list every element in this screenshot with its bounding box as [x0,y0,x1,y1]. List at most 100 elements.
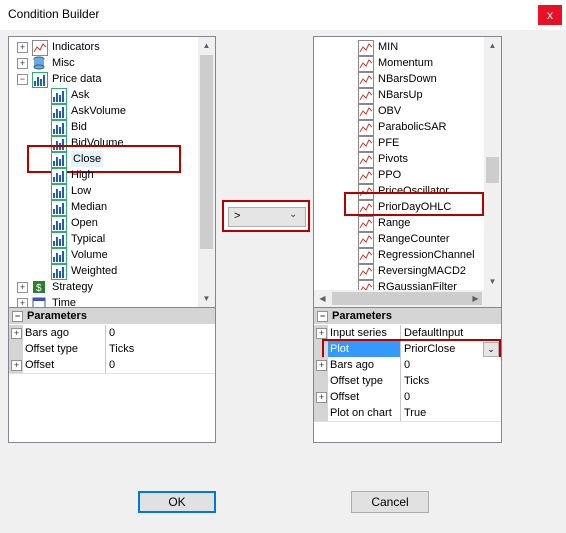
tree-item[interactable]: Bid [9,119,198,136]
parameter-row[interactable]: Offset type Ticks [9,341,215,358]
scroll-up-icon[interactable]: ▲ [484,37,501,54]
parameter-value[interactable]: 0 [400,389,501,405]
tree-item[interactable]: Median [9,199,198,216]
vertical-scrollbar[interactable]: ▲ ▼ [484,37,501,290]
close-icon[interactable]: x [538,5,562,25]
parameter-row[interactable]: Offset type Ticks [314,373,501,390]
operator-combo[interactable]: > ⌄ [222,200,310,232]
list-item-label: ParabolicSAR [378,121,447,133]
list-item[interactable]: PPO [314,167,484,184]
parameter-name: Plot on chart [328,405,400,421]
tree-item[interactable]: − Price data [9,71,198,88]
tree-item[interactable]: + Indicators [9,39,198,56]
tree-item-label: Ask [71,89,90,101]
line-chart-icon [358,168,374,184]
scrollbar-thumb[interactable] [332,292,482,305]
list-item[interactable]: Range [314,215,484,232]
grid-gutter [314,373,328,389]
horizontal-scrollbar[interactable]: ◀ ▶ [314,290,501,307]
expand-icon[interactable]: + [11,328,22,339]
scroll-down-icon[interactable]: ▼ [484,273,501,290]
line-chart-icon [358,88,374,104]
collapse-icon[interactable]: − [12,311,23,322]
chevron-down-icon[interactable]: ⌄ [289,209,297,220]
list-item[interactable]: MIN [314,39,484,56]
expand-icon[interactable]: + [316,392,327,403]
list-item[interactable]: RegressionChannel [314,247,484,264]
parameter-value[interactable]: 0 [105,325,215,341]
parameter-value[interactable]: 0 [400,357,501,373]
parameter-row[interactable]: Plot on chart True [314,405,501,422]
list-item[interactable]: ReversingMACD2 [314,263,484,280]
tree-item-label: AskVolume [71,105,127,117]
list-item-label: RegressionChannel [378,249,475,261]
list-item[interactable]: Momentum [314,55,484,72]
scroll-down-icon[interactable]: ▼ [198,290,215,307]
expand-icon[interactable]: + [17,58,28,69]
parameter-row[interactable]: + Bars ago 0 [9,325,215,342]
scrollbar-thumb[interactable] [486,157,499,183]
dollar-icon: $ [32,280,46,294]
line-chart-icon [358,248,374,264]
parameter-value[interactable]: Ticks [400,373,501,389]
tree-item[interactable]: Weighted [9,263,198,280]
parameter-value[interactable]: 0 [105,357,215,373]
list-item[interactable]: OBV [314,103,484,120]
list-item[interactable]: NBarsDown [314,71,484,88]
cancel-button[interactable]: Cancel [351,491,429,513]
right-parameters-grid[interactable]: − Parameters + Input series DefaultInput Plot… [313,307,502,443]
ok-button[interactable]: OK [138,491,216,513]
expand-icon[interactable]: + [316,328,327,339]
list-item-label: MIN [378,41,399,53]
tree-item[interactable]: + $ Strategy [9,279,198,295]
indicator-list[interactable]: MIN Momentum NBarsDown NBarsUp OBV ParabolicS… [313,36,502,308]
bar-chart-icon [51,88,67,104]
list-item[interactable]: RangeCounter [314,231,484,248]
tree-item-label: High [71,169,94,181]
tree-item[interactable]: Volume [9,247,198,264]
parameter-row[interactable]: + Offset 0 [9,357,215,374]
expand-icon[interactable]: + [17,42,28,53]
tree-item[interactable]: AskVolume [9,103,198,120]
tree-item[interactable]: Ask [9,87,198,104]
bar-chart-icon [51,200,67,216]
expand-icon[interactable]: + [17,282,28,293]
left-parameters-grid[interactable]: − Parameters + Bars ago 0 Offset type Ticks + Of… [8,307,216,443]
collapse-icon[interactable]: − [17,74,28,85]
scroll-left-icon[interactable]: ◀ [314,290,331,307]
parameter-row[interactable]: + Bars ago 0 [314,357,501,374]
scroll-right-icon[interactable]: ▶ [467,290,484,307]
list-item[interactable]: PFE [314,135,484,152]
line-chart-icon [32,40,48,56]
tree-item[interactable]: + Misc [9,55,198,71]
tree-item[interactable]: Open [9,215,198,232]
parameter-name: Offset type [328,373,400,389]
parameters-title: Parameters [27,310,87,322]
list-item[interactable]: Pivots [314,151,484,168]
expand-icon[interactable]: + [316,360,327,371]
parameter-row[interactable]: + Offset 0 [314,389,501,406]
tree-item[interactable]: Typical [9,231,198,248]
parameter-value[interactable]: Ticks [105,341,215,357]
line-chart-icon [358,120,374,136]
bar-chart-icon [51,216,67,232]
list-item-label: Pivots [378,153,408,165]
tree-item[interactable]: High [9,167,198,184]
expand-icon[interactable]: + [11,360,22,371]
bar-chart-icon [32,72,48,88]
list-item[interactable]: ParabolicSAR [314,119,484,136]
vertical-scrollbar[interactable]: ▲ ▼ [198,37,215,307]
parameters-title: Parameters [332,310,392,322]
tree-item[interactable]: Low [9,183,198,200]
selection-highlight [344,192,484,216]
tree-item-label: Low [71,185,92,197]
bar-chart-icon [51,264,67,280]
collapse-icon[interactable]: − [317,311,328,322]
scroll-up-icon[interactable]: ▲ [198,37,215,54]
scrollbar-thumb[interactable] [200,55,213,249]
indicator-tree[interactable]: + Indicators + Misc − Price data Ask AskVolume B… [8,36,216,308]
list-item[interactable]: NBarsUp [314,87,484,104]
parameter-name: Bars ago [328,357,400,373]
bar-chart-icon [51,168,67,184]
parameter-value[interactable]: True [400,405,501,421]
